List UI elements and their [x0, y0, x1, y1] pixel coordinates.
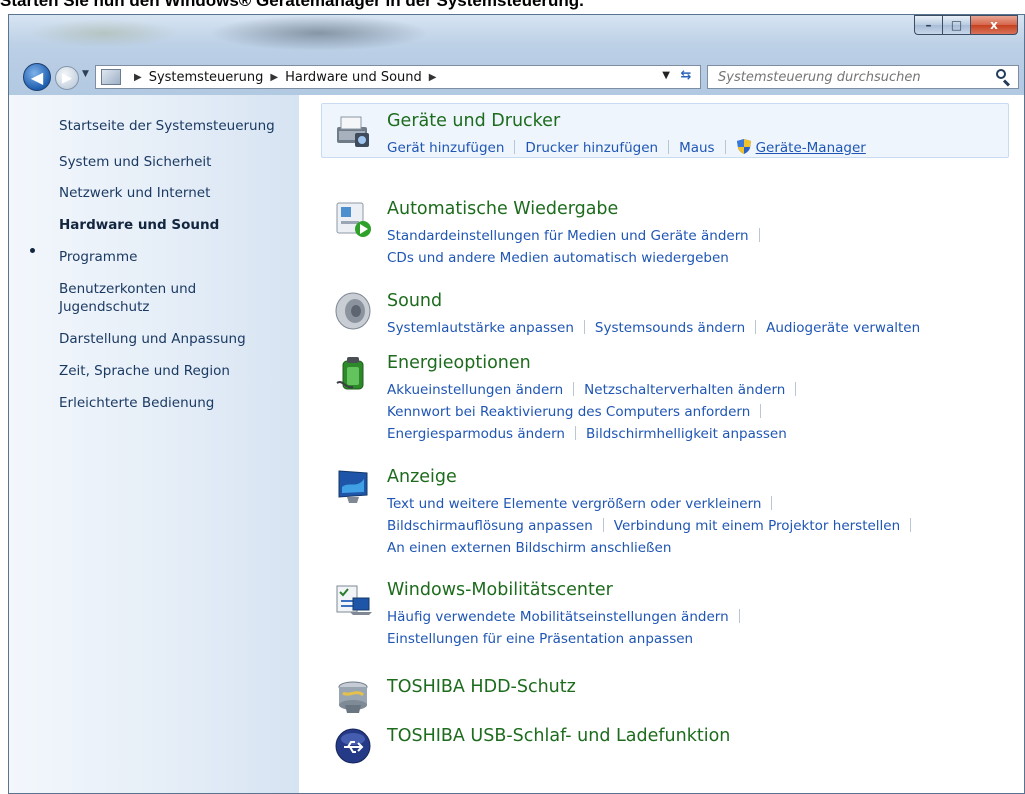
autoplay-icon[interactable] [333, 199, 373, 239]
link-standardeinstellungen[interactable]: Standardeinstellungen für Medien und Ger… [387, 228, 749, 244]
category-title[interactable]: Energieoptionen [387, 353, 531, 373]
link-systemlautstaerke[interactable]: Systemlautstärke anpassen [387, 320, 574, 336]
sidebar-item-benutzerkonten-line2[interactable]: Jugendschutz [59, 298, 289, 316]
link-audiogeraete[interactable]: Audiogeräte verwalten [766, 320, 920, 336]
category-title[interactable]: TOSHIBA HDD-Schutz [387, 677, 576, 697]
window-controls: – □ x [914, 15, 1018, 37]
link-netzschalterverhalten[interactable]: Netzschalterverhalten ändern [584, 382, 785, 398]
sidebar-item-startseite[interactable]: Startseite der Systemsteuerung [59, 117, 289, 135]
breadcrumb-systemsteuerung[interactable]: Systemsteuerung [149, 70, 264, 85]
back-arrow-icon[interactable]: ◀ [23, 63, 51, 91]
battery-icon[interactable] [333, 353, 373, 393]
breadcrumb-separator-icon[interactable]: ▶ [134, 72, 142, 83]
link-maus[interactable]: Maus [679, 140, 715, 156]
link-bildschirmaufloesung[interactable]: Bildschirmauflösung anpassen [387, 518, 593, 534]
link-cds-automatisch[interactable]: CDs und andere Medien automatisch wieder… [387, 250, 729, 266]
speaker-icon[interactable] [333, 291, 373, 331]
breadcrumb-separator-icon[interactable]: ▶ [429, 72, 437, 83]
link-text-vergroessern[interactable]: Text und weitere Elemente vergrößern ode… [387, 496, 761, 512]
sidebar-item-erleichterte-bedienung[interactable]: Erleichterte Bedienung [59, 394, 289, 412]
maximize-button[interactable]: □ [942, 15, 970, 35]
link-externer-bildschirm[interactable]: An einen externen Bildschirm anschließen [387, 540, 671, 556]
mobility-center-icon[interactable] [333, 580, 373, 620]
breadcrumb-hardware-und-sound[interactable]: Hardware und Sound [285, 70, 422, 85]
history-dropdown-icon[interactable]: ▼ [82, 69, 89, 79]
sidebar-item-netzwerk-und-internet[interactable]: Netzwerk und Internet [59, 184, 289, 202]
link-kennwort-reaktivierung[interactable]: Kennwort bei Reaktivierung des Computers… [387, 404, 750, 420]
minimize-button[interactable]: – [914, 15, 942, 35]
active-item-bullet-icon [30, 248, 35, 253]
title-bar[interactable]: – □ x [9, 15, 1024, 55]
link-drucker-hinzufuegen[interactable]: Drucker hinzufügen [525, 140, 658, 156]
link-akkueinstellungen[interactable]: Akkueinstellungen ändern [387, 382, 563, 398]
category-title[interactable]: Windows-Mobilitätscenter [387, 580, 613, 600]
display-icon[interactable] [333, 467, 373, 507]
address-dropdown-icon[interactable]: ▼ [662, 70, 670, 81]
search-input[interactable] [718, 67, 992, 87]
forward-arrow-icon[interactable]: ▶ [55, 66, 79, 90]
refresh-icon[interactable]: ⇆ [676, 68, 696, 86]
sidebar-item-hardware-und-sound: Hardware und Sound [59, 217, 220, 233]
main-content: Geräte und Drucker Gerät hinzufügen Druck… [299, 95, 1024, 793]
printer-icon[interactable] [333, 111, 373, 151]
close-button[interactable]: x [970, 15, 1018, 35]
link-systemsounds[interactable]: Systemsounds ändern [595, 320, 745, 336]
link-projektor[interactable]: Verbindung mit einem Projektor herstelle… [614, 518, 900, 534]
link-bildschirmhelligkeit[interactable]: Bildschirmhelligkeit anpassen [586, 426, 787, 442]
instruction-caption: Starten Sie nun den Windows® Gerätemanag… [0, 0, 584, 10]
sidebar-item-system-und-sicherheit[interactable]: System und Sicherheit [59, 153, 289, 171]
category-title[interactable]: TOSHIBA USB-Schlaf- und Ladefunktion [387, 726, 730, 746]
link-energiesparmodus[interactable]: Energiesparmodus ändern [387, 426, 565, 442]
sidebar: Startseite der Systemsteuerung System un… [9, 95, 299, 793]
control-panel-window: – □ x ◀ ▶ ▼ ▶ Systemsteuerung ▶ Hardware… [8, 14, 1025, 794]
link-praesentation[interactable]: Einstellungen für eine Präsentation anpa… [387, 631, 693, 647]
category-title[interactable]: Automatische Wiedergabe [387, 199, 618, 219]
sidebar-item-programme[interactable]: Programme [59, 248, 289, 266]
sidebar-item-darstellung-und-anpassung[interactable]: Darstellung und Anpassung [59, 330, 289, 348]
link-geraete-manager[interactable]: Geräte-Manager [756, 140, 866, 156]
usb-icon[interactable] [333, 726, 373, 766]
sidebar-item-benutzerkonten-line1[interactable]: Benutzerkonten und [59, 280, 289, 298]
control-panel-icon [101, 69, 121, 85]
sidebar-item-zeit-sprache-region[interactable]: Zeit, Sprache und Region [59, 362, 289, 380]
link-geraet-hinzufuegen[interactable]: Gerät hinzufügen [387, 140, 504, 156]
hdd-protection-icon[interactable] [333, 677, 373, 717]
breadcrumb-separator-icon[interactable]: ▶ [270, 72, 278, 83]
uac-shield-icon [736, 138, 752, 155]
search-box [707, 65, 1019, 89]
navigation-bar: ◀ ▶ ▼ ▶ Systemsteuerung ▶ Hardware und S… [9, 55, 1024, 95]
category-title[interactable]: Sound [387, 291, 442, 311]
address-bar[interactable]: ▶ Systemsteuerung ▶ Hardware und Sound ▶… [95, 65, 701, 89]
category-title[interactable]: Anzeige [387, 467, 457, 487]
link-mobilitaetseinstellungen[interactable]: Häufig verwendete Mobilitätseinstellunge… [387, 609, 729, 625]
search-icon[interactable] [992, 67, 1014, 87]
category-title[interactable]: Geräte und Drucker [387, 111, 560, 131]
